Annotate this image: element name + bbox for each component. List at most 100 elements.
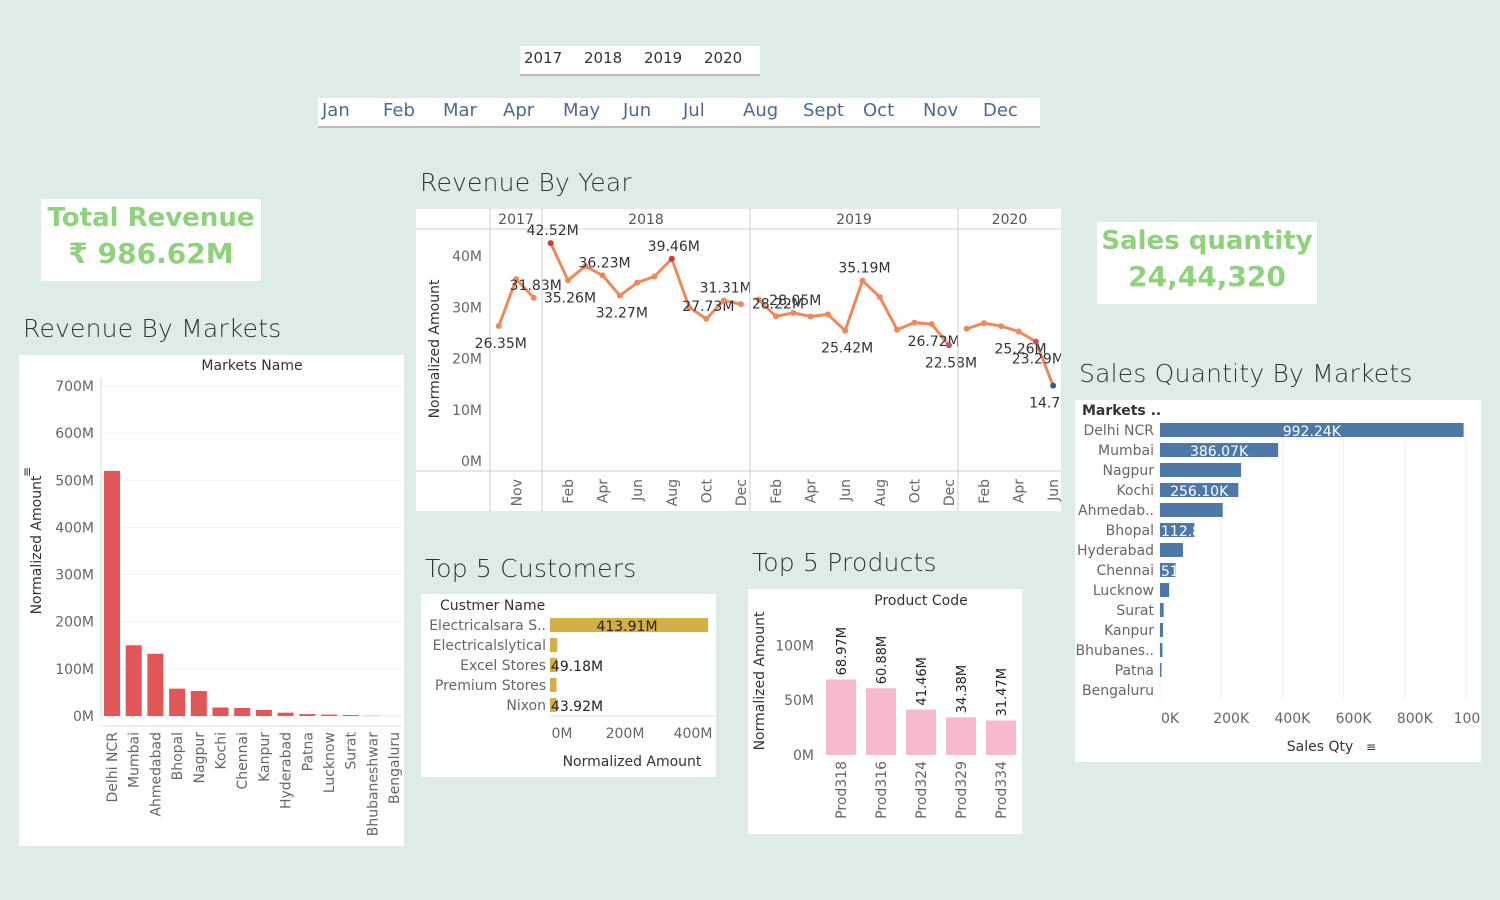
- customer-name: Electricalsara S..: [429, 618, 546, 634]
- qty-xtick: 400K: [1274, 711, 1311, 727]
- customers-xtick: 400M: [674, 726, 713, 742]
- product-data-label: 34.38M: [955, 665, 970, 713]
- customer-data-label: 43.92M: [551, 699, 603, 715]
- product-xtick: Prod316: [874, 761, 890, 819]
- year-option-2018[interactable]: 2018: [584, 49, 622, 67]
- revenue-data-label: 31.31M: [700, 281, 752, 297]
- qty-by-markets-svg: Markets .. 0K 200K 400K 600K 800K 1000K Delhi N…: [1076, 403, 1500, 755]
- qty-header: Markets ..: [1082, 403, 1161, 419]
- product-data-label: 60.88M: [875, 636, 890, 684]
- qty-xtick: 1000K: [1454, 711, 1481, 727]
- revenue-point: [668, 255, 675, 262]
- month-option-jun[interactable]: Jun: [623, 100, 651, 121]
- market-bar: [342, 715, 359, 716]
- revenue-point: [894, 326, 901, 333]
- products-ytick: 0M: [793, 748, 814, 764]
- year-option-2017[interactable]: 2017: [524, 49, 562, 67]
- top-customers-chart: Custmer Name Electricalsara S.. 413.91M Ele…: [421, 594, 716, 777]
- qty-by-markets-chart: Markets .. 0K 200K 400K 600K 800K 1000K Delhi N…: [1075, 400, 1500, 762]
- qty-data-label: 256.10K: [1170, 484, 1229, 500]
- qty-market-name: Delhi NCR: [1084, 423, 1155, 439]
- qty-xtick: 0K: [1161, 711, 1180, 727]
- sales-quantity-card: Sales quantity 24,44,320: [1097, 222, 1317, 304]
- year-month-tick: Oct: [907, 479, 923, 504]
- qty-bar: [1160, 503, 1223, 517]
- top-customers-svg: Custmer Name Electricalsara S.. 413.91M Ele…: [429, 598, 715, 770]
- revenue-point: [911, 319, 918, 326]
- customer-name: Nixon: [506, 698, 546, 714]
- product-xtick: Prod334: [994, 761, 1010, 819]
- revenue-data-label: 25.42M: [821, 341, 873, 357]
- revenue-data-label: 35.19M: [838, 261, 890, 277]
- month-option-jan[interactable]: Jan: [322, 100, 350, 121]
- revenue-data-label: 39.46M: [648, 239, 700, 255]
- qty-market-name: Kanpur: [1104, 623, 1154, 639]
- market-bar: [255, 709, 272, 716]
- customers-xlabel: Normalized Amount: [563, 754, 702, 770]
- sales-quantity-label: Sales quantity: [1101, 226, 1313, 256]
- market-xtick: Bhubaneshwar: [365, 732, 381, 836]
- month-option-oct[interactable]: Oct: [863, 100, 894, 121]
- month-option-aug[interactable]: Aug: [743, 100, 778, 121]
- qty-xtick: 600K: [1336, 711, 1373, 727]
- revenue-point: [634, 279, 641, 286]
- market-xtick: Kochi: [214, 732, 230, 770]
- revenue-point: [564, 277, 571, 284]
- revenue-data-label: 26.35M: [475, 336, 527, 352]
- qty-xtick: 800K: [1397, 711, 1434, 727]
- markets-ytick: 600M: [55, 426, 94, 442]
- revenue-data-label: 32.27M: [596, 306, 648, 322]
- revenue-point: [703, 315, 710, 322]
- revenue-point: [1032, 338, 1039, 345]
- markets-ytick: 300M: [55, 568, 94, 584]
- products-header: Product Code: [874, 593, 967, 609]
- revenue-point: [651, 273, 658, 280]
- customer-data-label: 49.18M: [551, 659, 603, 675]
- qty-bar: [1160, 543, 1183, 557]
- qty-market-name: Lucknow: [1093, 583, 1154, 599]
- month-option-mar[interactable]: Mar: [443, 100, 477, 121]
- qty-bar: [1160, 463, 1242, 477]
- markets-ytick: 0M: [73, 709, 94, 725]
- month-option-feb[interactable]: Feb: [383, 100, 415, 121]
- sales-quantity-value: 24,44,320: [1128, 260, 1286, 293]
- qty-market-name: Chennai: [1097, 563, 1154, 579]
- revenue-point: [772, 313, 779, 320]
- year-option-2019[interactable]: 2019: [644, 49, 682, 67]
- month-option-dec[interactable]: Dec: [983, 100, 1018, 121]
- revenue-point: [790, 309, 797, 316]
- year-option-2020[interactable]: 2020: [704, 49, 742, 67]
- revenue-point: [859, 277, 866, 284]
- month-option-apr[interactable]: Apr: [503, 100, 534, 121]
- market-bar: [321, 714, 337, 716]
- month-option-nov[interactable]: Nov: [923, 100, 958, 121]
- revenue-point: [945, 342, 952, 349]
- customers-xtick: 0M: [552, 726, 573, 742]
- revenue-data-label: 28.05M: [769, 293, 821, 309]
- year-month-tick: Feb: [977, 479, 993, 504]
- year-ytick: 40M: [452, 249, 482, 265]
- qty-market-name: Nagpur: [1103, 463, 1155, 479]
- revenue-point: [720, 297, 727, 304]
- market-bar: [212, 707, 229, 716]
- revenue-point: [824, 311, 831, 318]
- revenue-point: [928, 321, 935, 328]
- market-xtick: Delhi NCR: [105, 732, 121, 803]
- market-bar: [299, 714, 316, 716]
- qty-data-label: 386.07K: [1190, 444, 1249, 460]
- qty-xlabel: Sales Qty: [1287, 739, 1354, 755]
- year-month-tick: Oct: [699, 479, 715, 504]
- market-bar: [277, 712, 294, 716]
- sort-icon: ≡: [20, 467, 34, 477]
- month-option-jul[interactable]: Jul: [683, 100, 705, 121]
- qty-market-name: Bhopal: [1106, 523, 1154, 539]
- year-month-tick: Dec: [734, 479, 750, 506]
- market-xtick: Lucknow: [322, 732, 338, 793]
- month-option-sept[interactable]: Sept: [803, 100, 844, 121]
- qty-market-name: Mumbai: [1098, 443, 1154, 459]
- market-bar: [234, 707, 251, 716]
- qty-market-name: Bengaluru: [1082, 683, 1154, 699]
- month-option-may[interactable]: May: [563, 100, 600, 121]
- product-bar: [906, 709, 936, 755]
- market-xtick: Bhopal: [170, 732, 186, 780]
